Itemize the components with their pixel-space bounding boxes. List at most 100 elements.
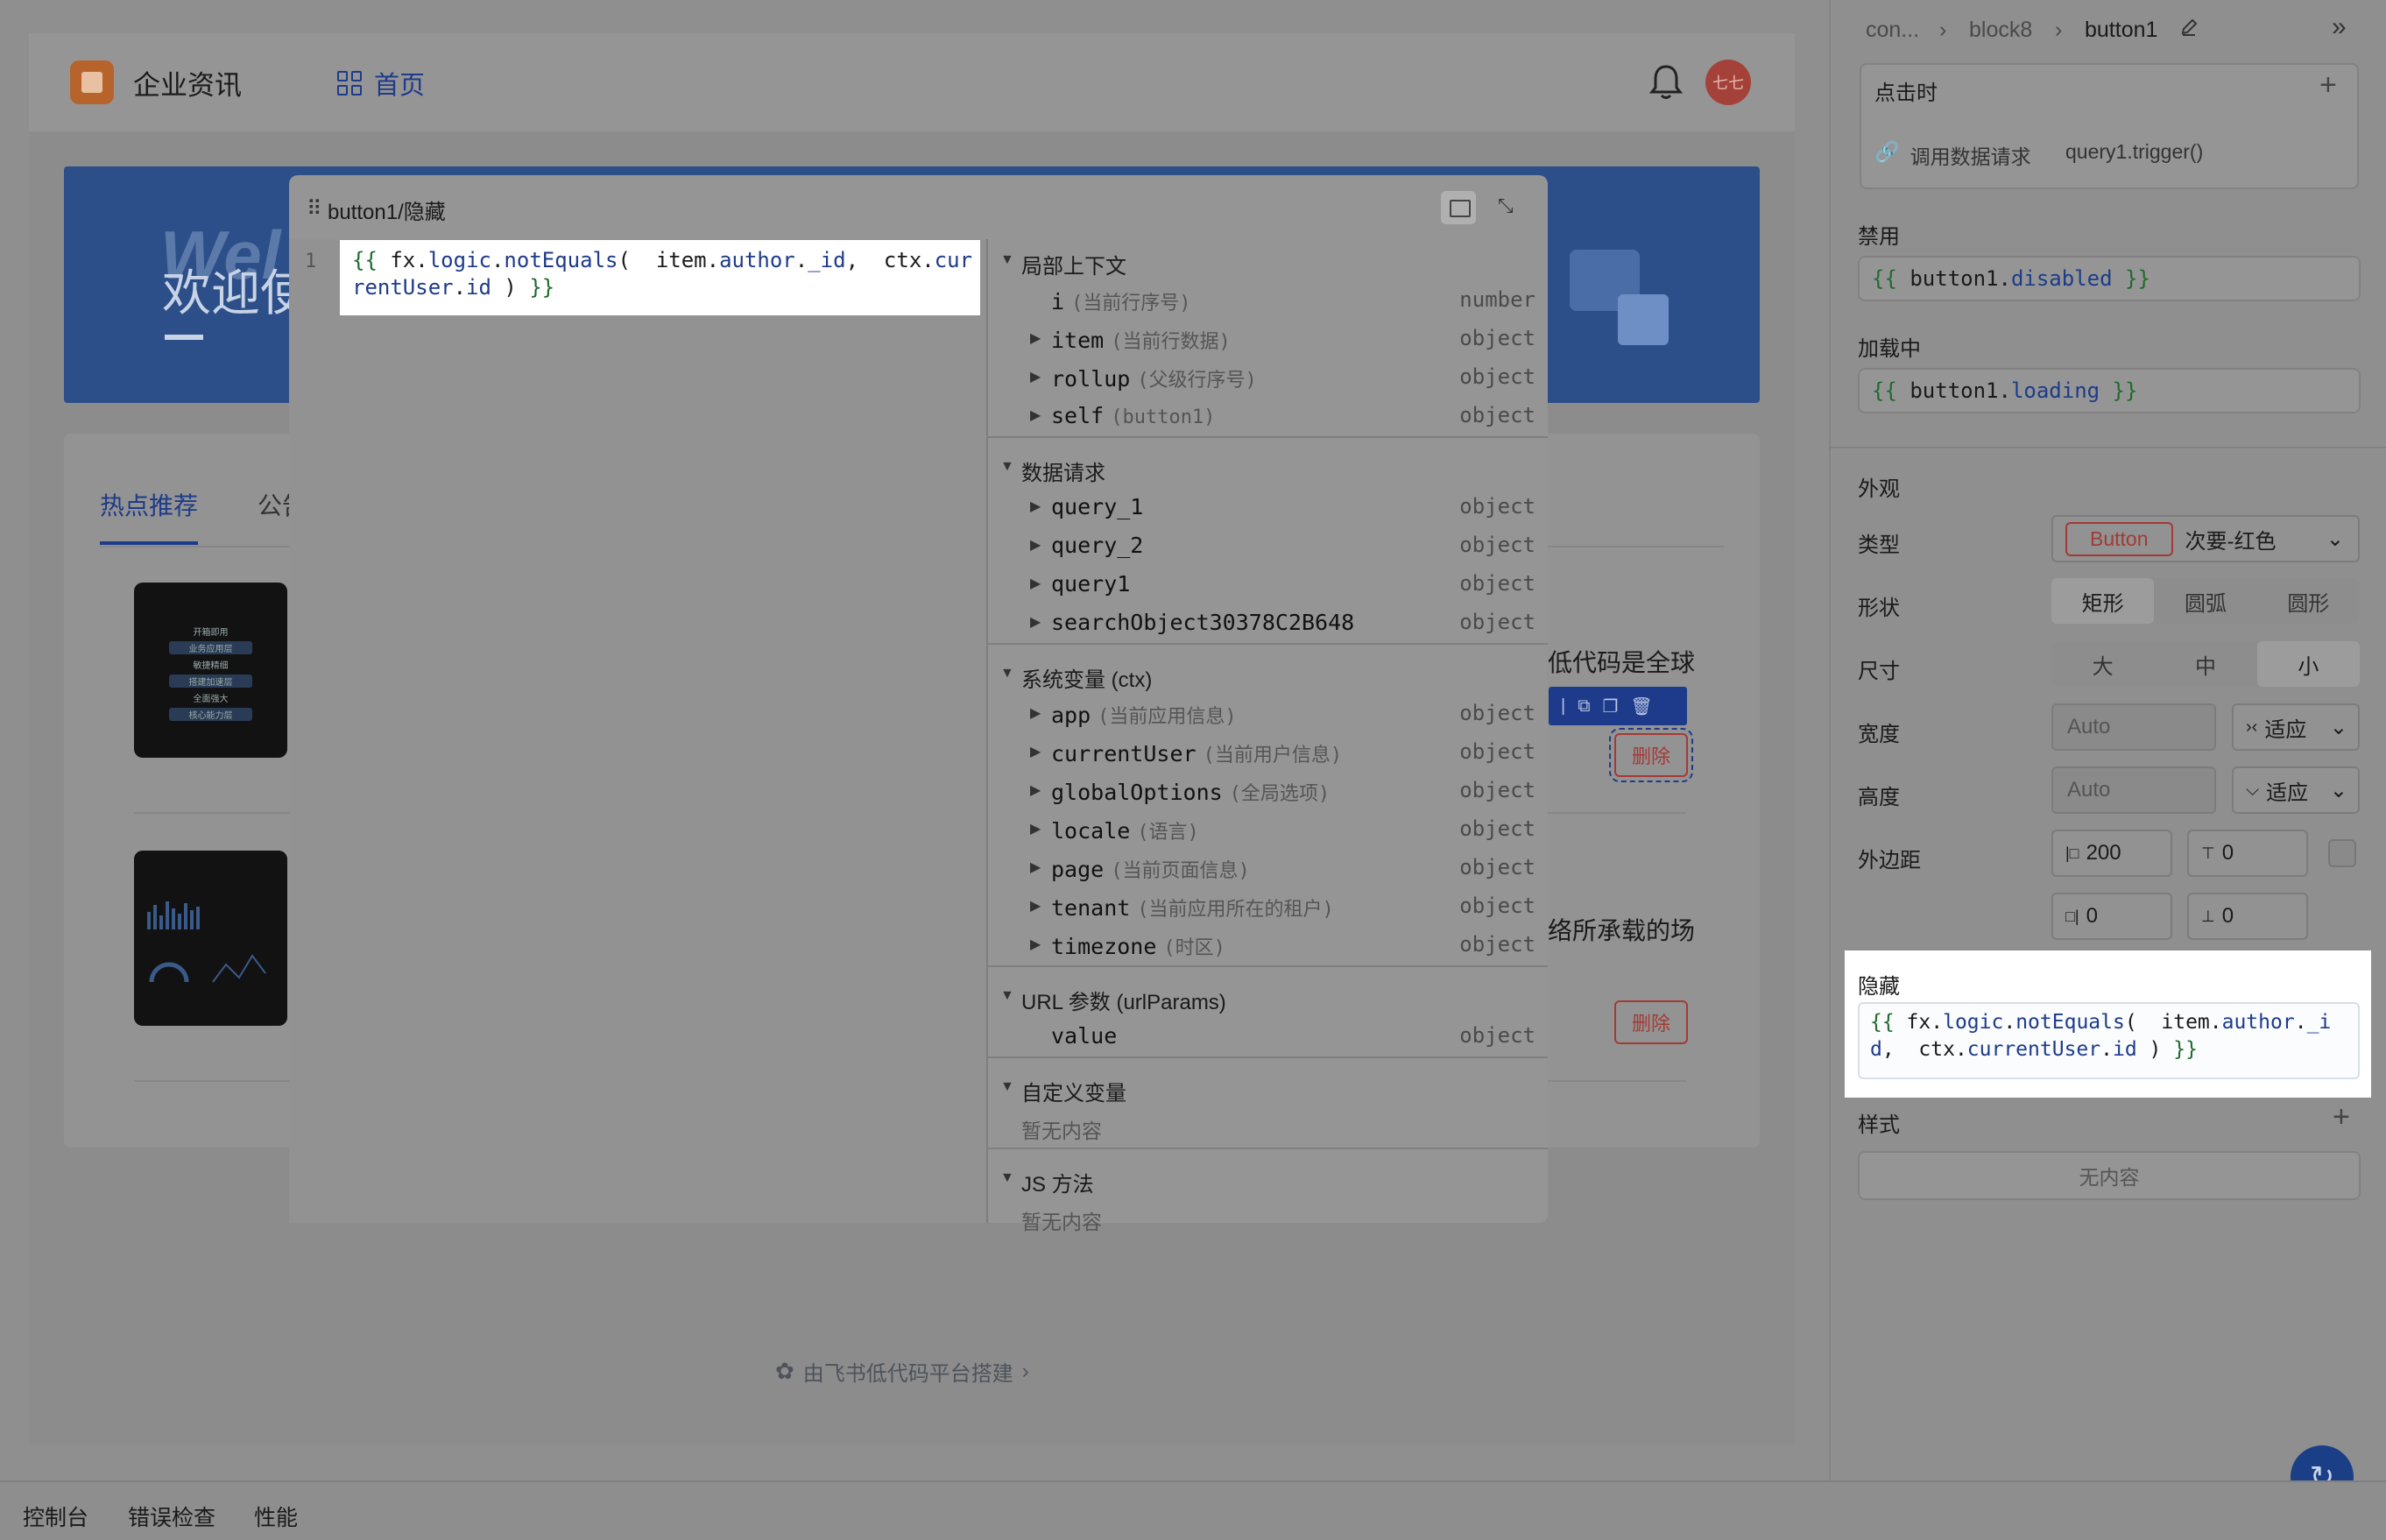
caret-right-icon[interactable]: ▶ bbox=[1030, 781, 1041, 799]
nav-home-link[interactable]: 首页 bbox=[337, 65, 425, 102]
caret-right-icon[interactable]: ▶ bbox=[1030, 820, 1041, 837]
type-select[interactable]: Button 次要-红色 ⌄ bbox=[2051, 515, 2360, 562]
size-segmented-control[interactable]: 大中小 bbox=[2051, 641, 2360, 687]
tree-section-title[interactable]: 系统变量 (ctx) bbox=[1021, 662, 1152, 693]
shape-segmented-control[interactable]: 矩形 圆弧 圆形 bbox=[2051, 578, 2360, 624]
caret-right-icon[interactable]: ▶ bbox=[1030, 613, 1041, 631]
tree-item-type: object bbox=[1459, 610, 1535, 634]
tree-item[interactable]: i (当前行序号) bbox=[1051, 287, 1191, 315]
caret-right-icon[interactable]: ▶ bbox=[1030, 858, 1041, 876]
margin-bottom-input[interactable]: ⊥ 0 bbox=[2187, 893, 2308, 940]
add-style-plus-icon[interactable]: + bbox=[2333, 1100, 2350, 1134]
caret-right-icon[interactable]: ▶ bbox=[1030, 897, 1041, 915]
onclick-action[interactable]: 🔗 调用数据请求 bbox=[1874, 140, 2031, 170]
tree-divider bbox=[988, 436, 1548, 438]
collapse-icon[interactable]: ⤡ bbox=[1498, 194, 1514, 217]
caret-down-icon[interactable]: ▼ bbox=[1000, 666, 1014, 682]
disabled-expression-field[interactable]: {{ button1.disabled }} bbox=[1858, 256, 2361, 301]
powered-by-footer[interactable]: ✿ 由飞书低代码平台搭建 › bbox=[775, 1356, 1029, 1387]
caret-right-icon[interactable]: ▶ bbox=[1030, 329, 1041, 347]
width-input[interactable]: Auto bbox=[2051, 703, 2216, 751]
tree-item[interactable]: globalOptions (全局选项) bbox=[1051, 778, 1330, 806]
dashboard-thumbnail[interactable] bbox=[134, 851, 287, 1026]
tree-item[interactable]: app (当前应用信息) bbox=[1051, 701, 1237, 729]
copy-icon[interactable]: ⧉ bbox=[1578, 696, 1590, 717]
shape-option[interactable]: 圆弧 bbox=[2154, 578, 2256, 624]
caret-right-icon[interactable]: ▶ bbox=[1030, 498, 1041, 515]
split-view-icon[interactable] bbox=[1441, 191, 1476, 224]
caret-right-icon[interactable]: ▶ bbox=[1030, 704, 1041, 722]
margin-link-icon[interactable] bbox=[2328, 839, 2356, 867]
margin-top-input[interactable]: ⊤ 0 bbox=[2187, 830, 2308, 877]
console-tab[interactable]: 控制台 bbox=[23, 1501, 88, 1532]
loading-expression-field[interactable]: {{ button1.loading }} bbox=[1858, 368, 2361, 413]
error-check-tab[interactable]: 错误检查 bbox=[128, 1501, 215, 1532]
tree-section-title[interactable]: URL 参数 (urlParams) bbox=[1021, 985, 1226, 1015]
user-avatar[interactable]: 七七 bbox=[1705, 60, 1751, 105]
caret-down-icon[interactable]: ▼ bbox=[1000, 252, 1014, 268]
code-token: ) bbox=[2136, 1038, 2174, 1061]
tree-section-title[interactable]: 局部上下文 bbox=[1021, 249, 1126, 279]
code-token: }} bbox=[2100, 378, 2138, 403]
delete-button-selected[interactable]: 删除 bbox=[1609, 728, 1693, 782]
duplicate-icon[interactable]: ❐ bbox=[1602, 696, 1618, 717]
margin-left-input[interactable]: |□ 200 bbox=[2051, 830, 2172, 877]
tree-item-name: item bbox=[1051, 328, 1105, 353]
shape-option[interactable]: 矩形 bbox=[2051, 578, 2155, 624]
article-thumbnail[interactable]: 开箱即用 业务应用层 敏捷精细 搭建加速层 全面强大 核心能力层 bbox=[134, 583, 287, 758]
tree-section-title[interactable]: JS 方法 bbox=[1021, 1167, 1094, 1197]
breadcrumb-item[interactable]: con... bbox=[1866, 18, 1919, 43]
delete-button[interactable]: 删除 bbox=[1614, 1000, 1688, 1044]
tree-item[interactable]: self (button1) bbox=[1051, 403, 1215, 428]
tree-item[interactable]: query_2 bbox=[1051, 533, 1143, 558]
performance-tab[interactable]: 性能 bbox=[254, 1501, 298, 1532]
height-input[interactable]: Auto bbox=[2051, 766, 2216, 814]
height-mode-select[interactable]: ⌵ 适应 ⌄ bbox=[2232, 766, 2360, 814]
bell-icon[interactable] bbox=[1648, 63, 1684, 102]
caret-right-icon[interactable]: ▶ bbox=[1030, 536, 1041, 554]
tree-item[interactable]: timezone (时区) bbox=[1051, 932, 1225, 960]
caret-right-icon[interactable]: ▶ bbox=[1030, 406, 1041, 424]
delete-icon[interactable]: 🗑 bbox=[1630, 696, 1652, 717]
drag-handle-icon[interactable]: ⠿ bbox=[307, 196, 322, 222]
code-editor-line[interactable]: {{ fx.logic.notEquals( item.author._id, … bbox=[340, 240, 980, 315]
margin-right-input[interactable]: □| 0 bbox=[2051, 893, 2172, 940]
tree-item[interactable]: rollup (父级行序号) bbox=[1051, 364, 1257, 392]
size-option[interactable]: 中 bbox=[2154, 641, 2256, 687]
tree-item[interactable]: item (当前行数据) bbox=[1051, 326, 1231, 354]
edit-pencil-icon[interactable] bbox=[2179, 18, 2199, 37]
caret-down-icon[interactable]: ▼ bbox=[1000, 988, 1014, 1004]
tree-item-type: object bbox=[1459, 855, 1535, 879]
tree-item[interactable]: searchObject30378C2B648 bbox=[1051, 610, 1354, 635]
tree-section-title[interactable]: 自定义变量 bbox=[1021, 1076, 1126, 1106]
tree-section-title[interactable]: 数据请求 bbox=[1021, 456, 1105, 486]
caret-down-icon[interactable]: ▼ bbox=[1000, 1079, 1014, 1095]
caret-right-icon[interactable]: ▶ bbox=[1030, 575, 1041, 592]
component-toolbar[interactable]: | ⧉ ❐ 🗑 bbox=[1549, 687, 1687, 725]
caret-right-icon[interactable]: ▶ bbox=[1030, 743, 1041, 760]
tree-item[interactable]: page (当前页面信息) bbox=[1051, 855, 1250, 883]
tree-item[interactable]: query_1 bbox=[1051, 494, 1143, 519]
tree-item[interactable]: value bbox=[1051, 1023, 1117, 1049]
caret-right-icon[interactable]: ▶ bbox=[1030, 936, 1041, 953]
code-token: author bbox=[719, 248, 795, 272]
panel-collapse-icon[interactable]: » bbox=[2332, 12, 2347, 42]
tree-item[interactable]: query1 bbox=[1051, 571, 1130, 597]
caret-down-icon[interactable]: ▼ bbox=[1000, 1170, 1014, 1186]
shape-option[interactable]: 圆形 bbox=[2257, 578, 2360, 624]
tree-item[interactable]: currentUser (当前用户信息) bbox=[1051, 739, 1342, 767]
size-option[interactable]: 大 bbox=[2051, 641, 2154, 687]
code-editor-area[interactable] bbox=[289, 239, 986, 1223]
tree-item[interactable]: locale (语言) bbox=[1051, 816, 1199, 844]
caret-down-icon[interactable]: ▼ bbox=[1000, 459, 1014, 475]
code-token: {{ bbox=[1872, 266, 1910, 291]
width-mode-select[interactable]: ›‹ 适应 ⌄ bbox=[2232, 703, 2360, 751]
caret-right-icon[interactable]: ▶ bbox=[1030, 368, 1041, 385]
hidden-expression-field[interactable]: {{ fx.logic.notEquals( item.author._i d,… bbox=[1858, 1002, 2360, 1079]
tab-hot[interactable]: 热点推荐 bbox=[100, 487, 198, 522]
tree-item[interactable]: tenant (当前应用所在的租户) bbox=[1051, 894, 1334, 922]
tree-divider bbox=[988, 643, 1548, 645]
breadcrumb-item[interactable]: block8 bbox=[1969, 18, 2032, 43]
size-option[interactable]: 小 bbox=[2256, 641, 2360, 687]
add-event-plus-icon[interactable]: + bbox=[2319, 68, 2337, 102]
